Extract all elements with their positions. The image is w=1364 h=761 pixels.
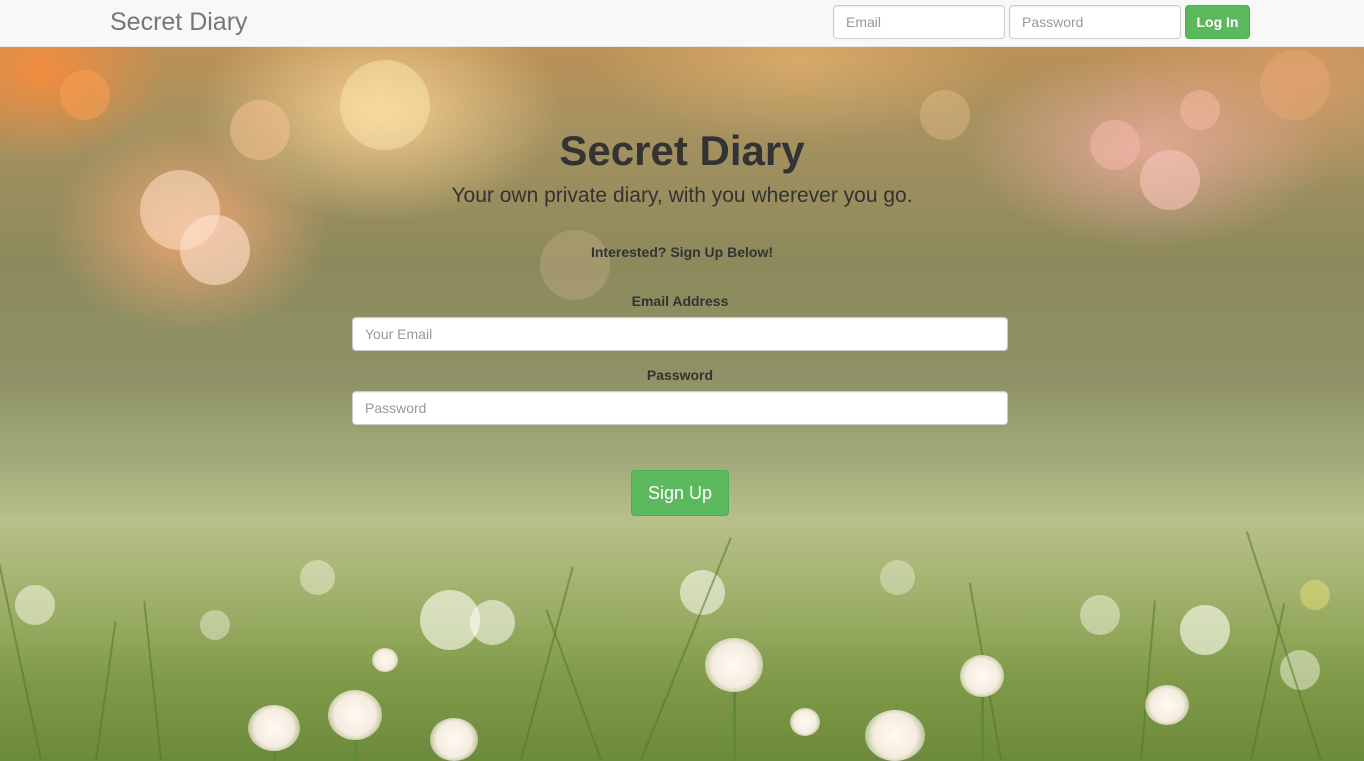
email-label: Email Address [631, 293, 729, 309]
navbar-password-input[interactable] [1009, 5, 1181, 39]
page-subtitle: Your own private diary, with you whereve… [451, 184, 913, 207]
signup-prompt: Interested? Sign Up Below! [590, 244, 773, 260]
password-label: Password [646, 367, 714, 383]
signup-password-input[interactable] [352, 391, 1008, 425]
navbar-email-input[interactable] [833, 5, 1005, 39]
login-button[interactable]: Log In [1185, 5, 1250, 39]
brand-logo[interactable]: Secret Diary [110, 8, 248, 37]
navbar: Secret Diary Log In [0, 0, 1364, 47]
signup-button[interactable]: Sign Up [631, 470, 729, 516]
signup-email-input[interactable] [352, 317, 1008, 351]
page-title: Secret Diary [559, 127, 805, 174]
